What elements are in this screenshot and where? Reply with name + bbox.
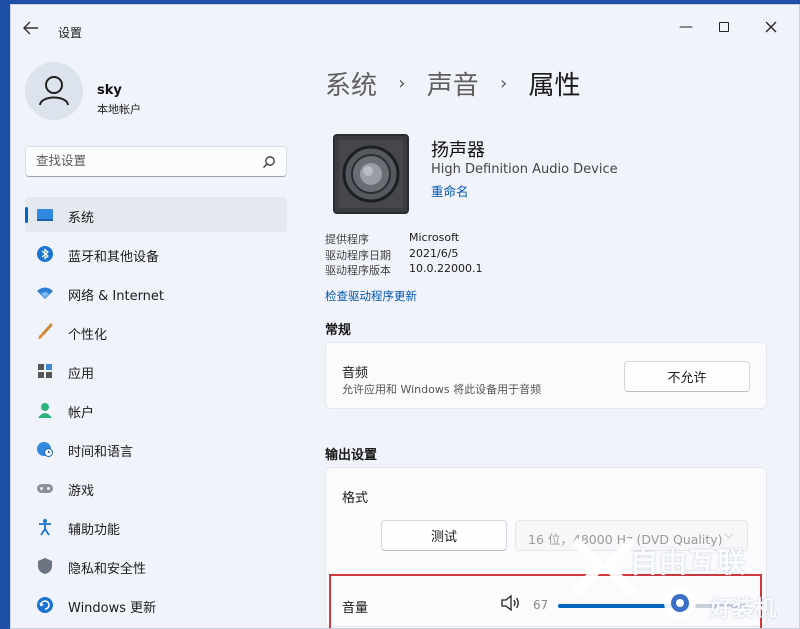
sidebar-item-accessibility[interactable]: 辅助功能 — [25, 509, 287, 544]
device-description: High Definition Audio Device — [431, 162, 618, 177]
rename-link[interactable]: 重命名 — [431, 181, 469, 200]
sidebar-item-label: 应用 — [68, 367, 95, 382]
info-value: 2021/6/5 — [409, 246, 459, 260]
gamepad-icon — [36, 479, 54, 497]
person-icon — [36, 401, 54, 419]
bluetooth-icon — [36, 245, 54, 263]
brush-icon — [36, 323, 54, 341]
minimize-icon: — — [679, 19, 693, 35]
sidebar-item-label: 帐户 — [68, 406, 95, 421]
sidebar-item-network[interactable]: 网络 & Internet — [25, 275, 287, 310]
sidebar-item-label: 游戏 — [68, 484, 95, 499]
chevron-right-icon: › — [500, 73, 508, 94]
disallow-button[interactable]: 不允许 — [624, 361, 750, 392]
sidebar-item-label: 个性化 — [68, 328, 108, 343]
driver-info: 提供程序 Microsoft 驱动程序日期 2021/6/5 驱动程序版本 10… — [325, 231, 625, 278]
sidebar-item-personalization[interactable]: 个性化 — [25, 314, 287, 349]
info-key: 提供程序 — [325, 233, 369, 246]
device-name: 扬声器 — [431, 140, 485, 161]
minimize-button[interactable]: — — [668, 15, 704, 39]
maximize-button[interactable] — [706, 15, 742, 39]
sidebar-item-windows-update[interactable]: Windows 更新 — [25, 587, 287, 622]
breadcrumb-system[interactable]: 系统 — [325, 71, 377, 101]
title-bar: 设置 — — [11, 5, 799, 47]
breadcrumb: 系统 › 声音 › 属性 — [325, 65, 581, 105]
sidebar-item-label: 系统 — [68, 211, 95, 226]
sidebar-item-label: 辅助功能 — [68, 523, 121, 538]
audio-card: 音频 允许应用和 Windows 将此设备用于音频 不允许 — [325, 342, 767, 409]
avatar — [25, 62, 83, 120]
accessibility-icon — [36, 518, 54, 536]
info-value: 10.0.22000.1 — [409, 262, 483, 275]
speaker-icon — [333, 134, 409, 214]
wifi-icon — [36, 284, 54, 302]
sidebar-nav: 系统 蓝牙和其他设备 网络 & Internet 个性化 应用 帐户 时间和语言… — [25, 197, 287, 626]
info-row: 提供程序 Microsoft — [325, 231, 625, 247]
sidebar-item-label: 时间和语言 — [68, 445, 134, 460]
info-row: 驱动程序日期 2021/6/5 — [325, 247, 625, 263]
info-row: 驱动程序版本 10.0.22000.1 — [325, 262, 625, 278]
sidebar-item-gaming[interactable]: 游戏 — [25, 470, 287, 505]
audio-description: 允许应用和 Windows 将此设备用于音频 — [342, 383, 542, 396]
user-name: sky — [97, 83, 122, 98]
section-general: 常规 — [325, 323, 352, 338]
search-input[interactable] — [36, 153, 251, 168]
sidebar-item-accounts[interactable]: 帐户 — [25, 392, 287, 427]
sidebar-item-label: 隐私和安全性 — [68, 562, 147, 577]
close-icon — [765, 21, 777, 33]
apps-icon — [36, 362, 54, 380]
watermark-logo: 自由互联 好装机 — [560, 535, 800, 629]
back-arrow-icon[interactable] — [23, 21, 43, 37]
sidebar-item-label: Windows 更新 — [68, 601, 157, 616]
test-button[interactable]: 测试 — [381, 520, 507, 551]
maximize-icon — [719, 22, 729, 32]
section-output: 输出设置 — [325, 448, 378, 463]
page-title: 属性 — [528, 71, 581, 101]
search-box[interactable] — [25, 146, 287, 177]
breadcrumb-sound[interactable]: 声音 — [427, 71, 479, 101]
sidebar-item-time-language[interactable]: 时间和语言 — [25, 431, 287, 466]
format-title: 格式 — [342, 491, 369, 506]
person-icon — [39, 76, 69, 106]
sidebar-item-apps[interactable]: 应用 — [25, 353, 287, 388]
info-key: 驱动程序日期 — [325, 248, 391, 262]
update-icon — [36, 596, 54, 614]
sidebar-item-label: 网络 & Internet — [68, 289, 165, 304]
check-driver-update-link[interactable]: 检查驱动程序更新 — [325, 288, 417, 304]
info-value: Microsoft — [409, 231, 460, 244]
chevron-right-icon: › — [398, 73, 406, 94]
watermark-subtext: 好装机 — [710, 597, 777, 622]
monitor-icon — [36, 206, 54, 224]
sidebar-item-privacy[interactable]: 隐私和安全性 — [25, 548, 287, 583]
shield-icon — [36, 557, 54, 575]
globe-clock-icon — [36, 440, 54, 458]
account-type: 本地帐户 — [97, 103, 141, 116]
sidebar-item-label: 蓝牙和其他设备 — [68, 250, 160, 265]
app-title: 设置 — [58, 26, 83, 40]
search-icon[interactable] — [261, 154, 277, 170]
sidebar-item-bluetooth[interactable]: 蓝牙和其他设备 — [25, 236, 287, 271]
info-key: 驱动程序版本 — [325, 264, 391, 277]
audio-title: 音频 — [342, 366, 369, 381]
close-button[interactable] — [753, 15, 789, 39]
sidebar-item-system[interactable]: 系统 — [25, 197, 287, 232]
watermark-text: 自由互联 — [630, 546, 747, 579]
